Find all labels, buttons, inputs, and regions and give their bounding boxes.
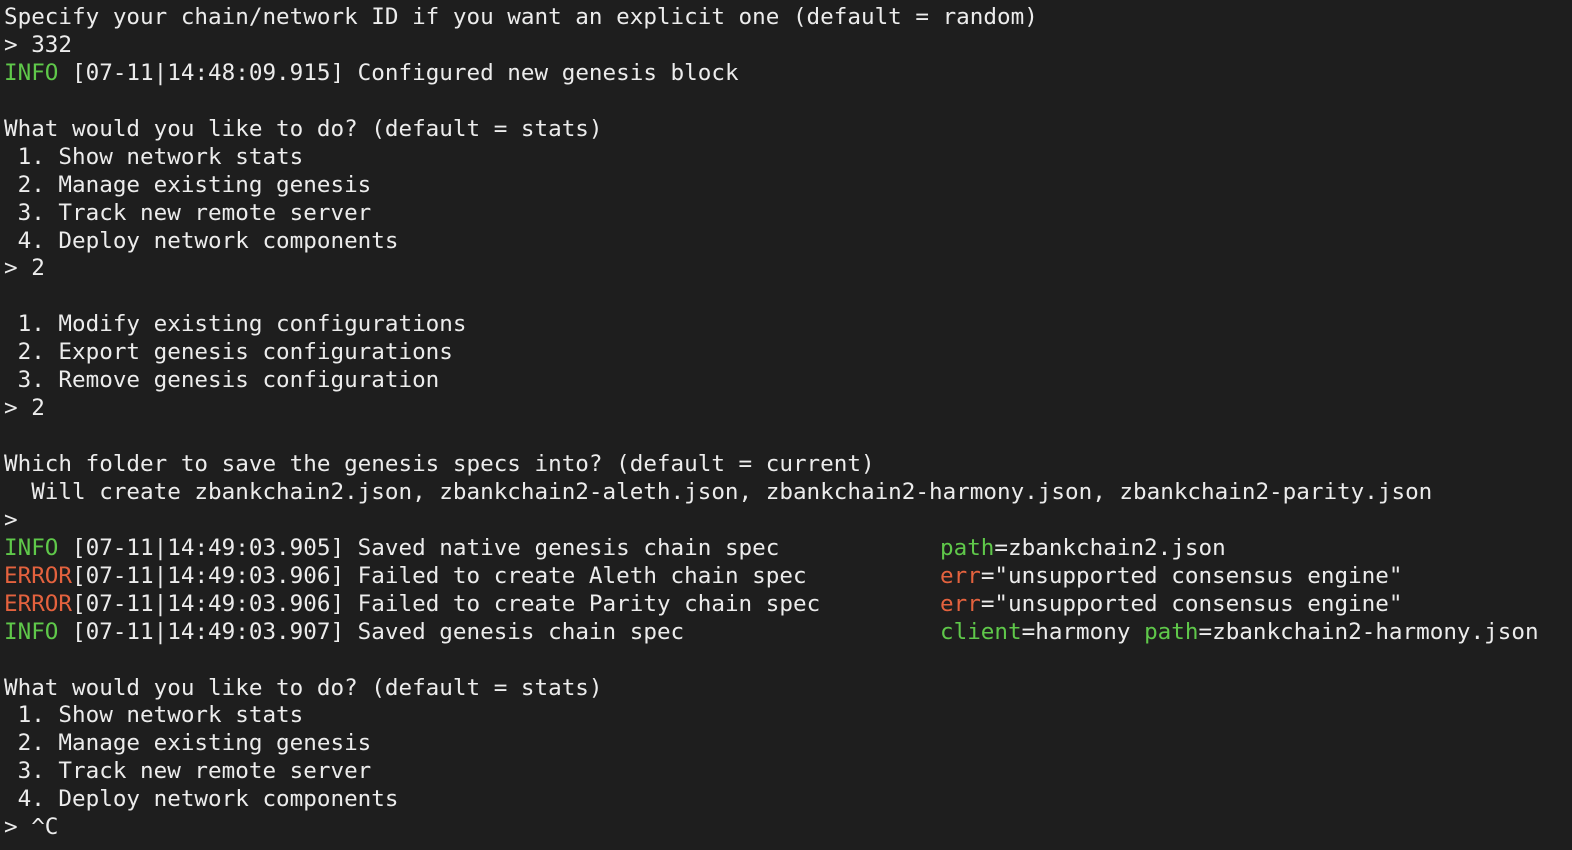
log-context: err="unsupported consensus engine" bbox=[940, 591, 1403, 619]
log-timestamp: [07-11|14:49:03.907] bbox=[72, 618, 345, 645]
log-message: Failed to create Parity chain spec bbox=[344, 590, 821, 617]
input-prompt-line: > 2 bbox=[4, 395, 45, 422]
log-line: INFO [07-11|14:49:03.905] Saved native g… bbox=[4, 535, 1572, 563]
log-timestamp: [07-11|14:49:03.905] bbox=[72, 534, 345, 561]
terminal-output[interactable]: Specify your chain/network ID if you wan… bbox=[0, 0, 1572, 850]
input-prompt-line: > bbox=[4, 506, 18, 533]
terminal-text-line: What would you like to do? (default = st… bbox=[4, 115, 603, 142]
log-line: INFO [07-11|14:49:03.907] Saved genesis … bbox=[4, 619, 1572, 647]
log-line: INFO [07-11|14:48:09.915] Configured new… bbox=[4, 60, 1572, 88]
menu-option-line: 3. Track new remote server bbox=[4, 199, 372, 226]
log-message: Saved native genesis chain spec bbox=[344, 534, 780, 561]
menu-option-line: 4. Deploy network components bbox=[4, 227, 399, 254]
log-line: ERROR[07-11|14:49:03.906] Failed to crea… bbox=[4, 563, 1572, 591]
log-context-key: path bbox=[940, 534, 995, 561]
log-message: Failed to create Aleth chain spec bbox=[344, 562, 807, 589]
menu-option-line: 3. Track new remote server bbox=[4, 758, 372, 785]
log-context: client=harmony path=zbankchain2-harmony.… bbox=[940, 619, 1539, 647]
log-context-value: ="unsupported consensus engine" bbox=[980, 590, 1403, 617]
log-context-key: err bbox=[940, 562, 981, 589]
log-level: INFO bbox=[4, 534, 73, 561]
menu-option-line: 2. Export genesis configurations bbox=[4, 339, 453, 366]
log-message: Saved genesis chain spec bbox=[344, 618, 685, 645]
log-context-value: =harmony bbox=[1021, 618, 1145, 645]
log-timestamp: [07-11|14:49:03.906] bbox=[72, 590, 345, 617]
terminal-text-line: Specify your chain/network ID if you wan… bbox=[4, 4, 1038, 30]
log-context-value: =zbankchain2-harmony.json bbox=[1198, 618, 1539, 645]
log-context: err="unsupported consensus engine" bbox=[940, 563, 1403, 591]
log-context-key: path bbox=[1144, 618, 1199, 645]
log-level: ERROR bbox=[4, 590, 73, 617]
log-timestamp: [07-11|14:48:09.915] bbox=[72, 59, 345, 86]
input-prompt-line: > 2 bbox=[4, 255, 45, 282]
menu-option-line: 2. Manage existing genesis bbox=[4, 171, 372, 198]
menu-option-line: 1. Show network stats bbox=[4, 702, 304, 729]
menu-option-line: 3. Remove genesis configuration bbox=[4, 367, 440, 394]
input-prompt-line: > ^C bbox=[4, 814, 59, 841]
log-context-key: err bbox=[940, 590, 981, 617]
terminal-text-line: What would you like to do? (default = st… bbox=[4, 674, 603, 701]
menu-option-line: 1. Modify existing configurations bbox=[4, 311, 467, 338]
log-level: INFO bbox=[4, 59, 73, 86]
log-context-value: =zbankchain2.json bbox=[994, 534, 1226, 561]
log-message: Configured new genesis block bbox=[344, 59, 739, 86]
log-context: path=zbankchain2.json bbox=[940, 535, 1226, 563]
menu-option-line: 2. Manage existing genesis bbox=[4, 730, 372, 757]
log-timestamp: [07-11|14:49:03.906] bbox=[72, 562, 345, 589]
input-prompt-line: > 332 bbox=[4, 31, 73, 58]
menu-option-line: 4. Deploy network components bbox=[4, 786, 399, 813]
terminal-text-line: Will create zbankchain2.json, zbankchain… bbox=[4, 478, 1433, 505]
log-level: ERROR bbox=[4, 562, 73, 589]
log-context-key: client bbox=[940, 618, 1022, 645]
menu-option-line: 1. Show network stats bbox=[4, 143, 304, 170]
terminal-text-line: Which folder to save the genesis specs i… bbox=[4, 451, 875, 477]
log-line: ERROR[07-11|14:49:03.906] Failed to crea… bbox=[4, 591, 1572, 619]
log-context-value: ="unsupported consensus engine" bbox=[980, 562, 1403, 589]
log-level: INFO bbox=[4, 618, 73, 645]
